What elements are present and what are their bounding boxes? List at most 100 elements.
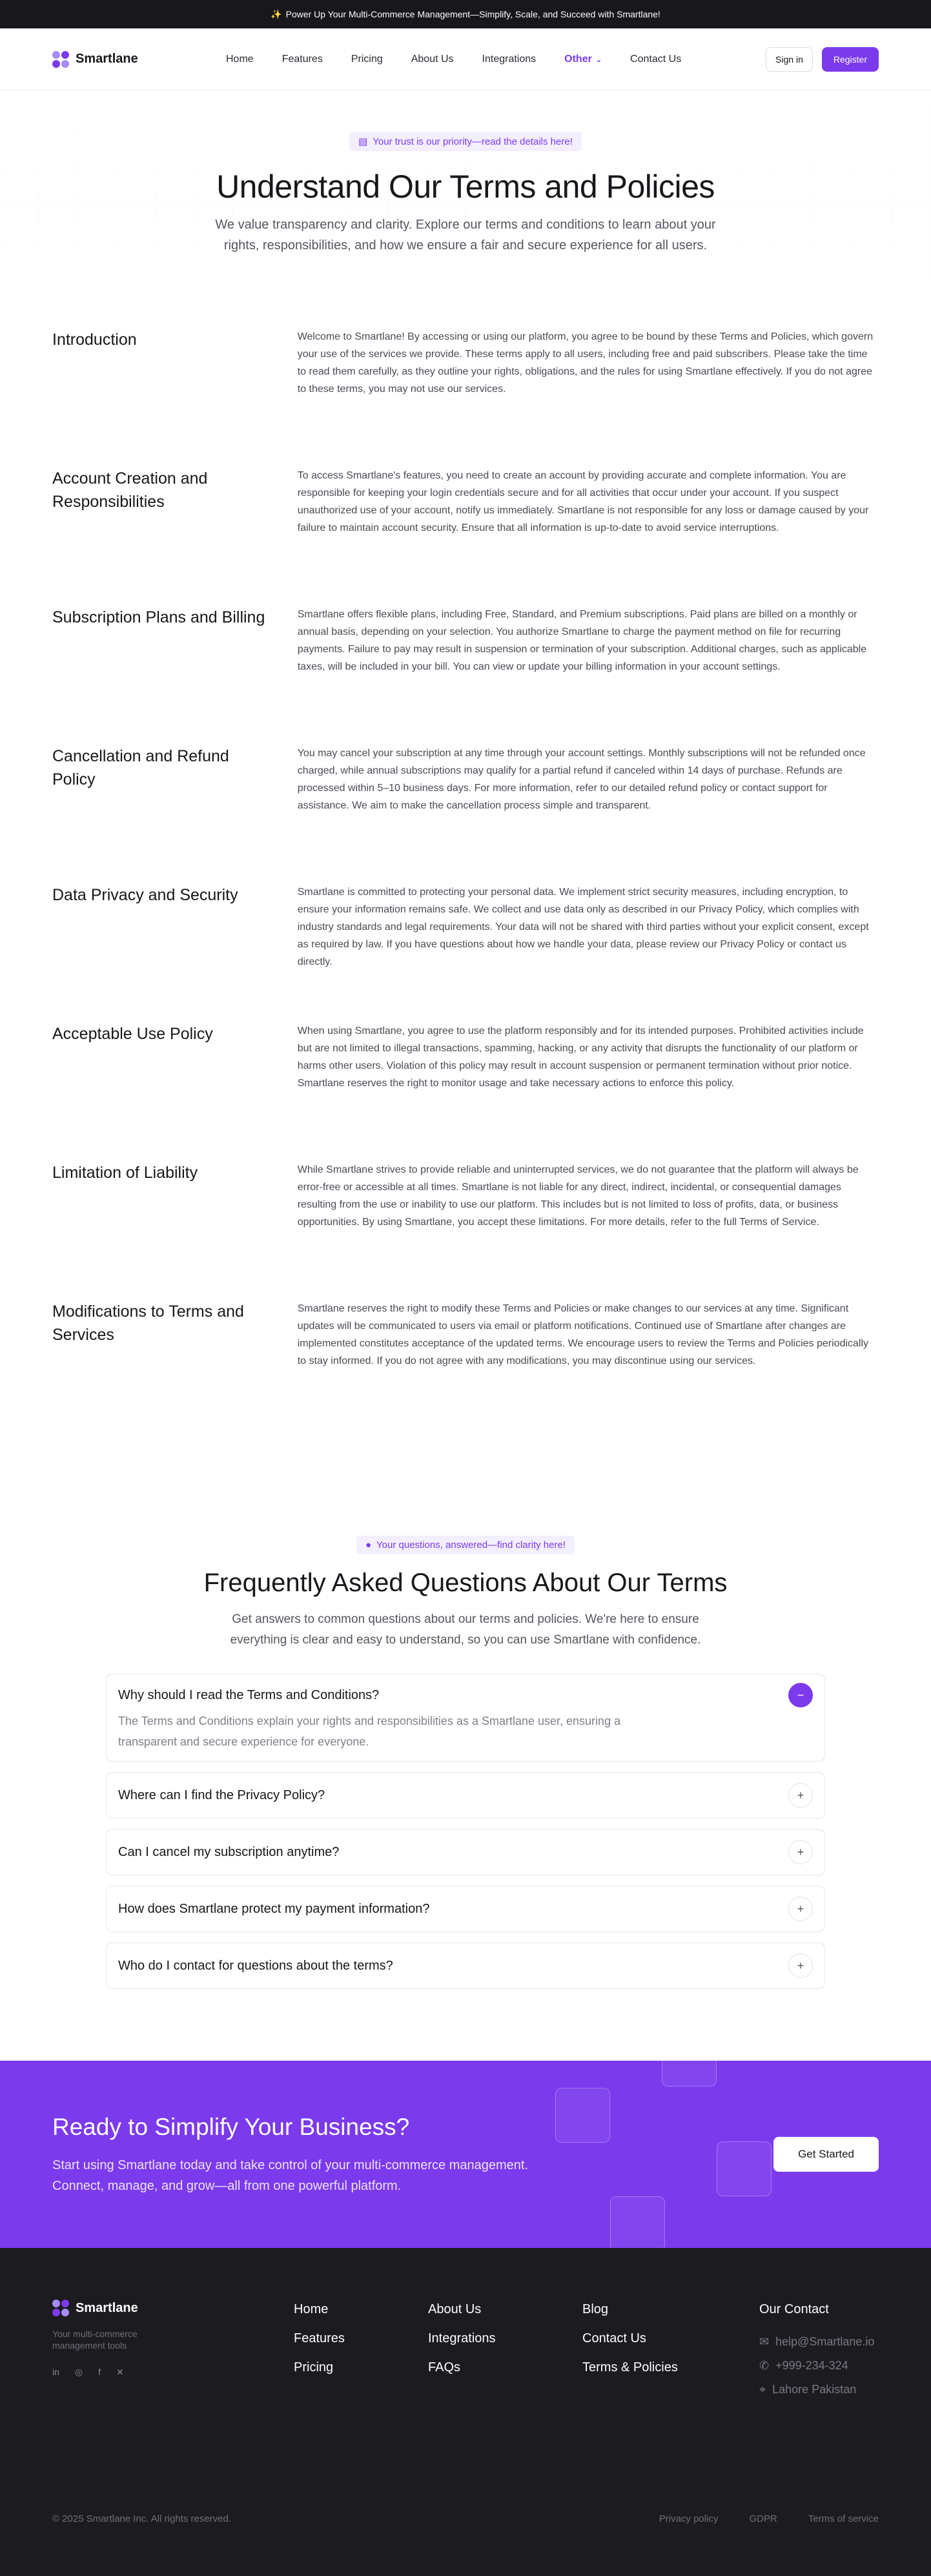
location-icon: ⌖ — [759, 2383, 766, 2396]
minus-icon[interactable]: − — [788, 1683, 813, 1707]
get-started-button[interactable]: Get Started — [773, 2137, 879, 2172]
page-title: Understand Our Terms and Policies — [216, 169, 715, 205]
term-body: Smartlane offers flexible plans, includi… — [297, 609, 867, 672]
brand-name: Smartlane — [76, 52, 138, 66]
term-title: Modifications to Terms and Services — [52, 1303, 244, 1344]
faq-question[interactable]: How does Smartlane protect my payment in… — [118, 1902, 429, 1917]
contact-address: ⌖ Lahore Pakistan — [759, 2383, 874, 2396]
faq-item[interactable]: How does Smartlane protect my payment in… — [106, 1886, 825, 1932]
cta-banner: Ready to Simplify Your Business? Start u… — [0, 2061, 931, 2248]
term-title: Account Creation and Responsibilities — [52, 469, 208, 511]
faq-question[interactable]: Where can I find the Privacy Policy? — [118, 1788, 325, 1803]
instagram-icon[interactable]: ◎ — [75, 2367, 83, 2378]
term-body: Smartlane is committed to protecting you… — [297, 887, 869, 967]
footer-contact: Our Contact ✉ help@Smartlane.io ✆ +999-234… — [759, 2302, 874, 2407]
footer-link-terms[interactable]: Terms & Policies — [582, 2360, 678, 2375]
term-item: Introduction Welcome to Smartlane! By acc… — [52, 328, 879, 467]
nav-link-about[interactable]: About Us — [411, 54, 454, 65]
decorative-square — [610, 2196, 665, 2248]
register-button[interactable]: Register — [821, 46, 879, 72]
footer-brand-name: Smartlane — [76, 2300, 138, 2315]
faq-title: Frequently Asked Questions About Our Ter… — [203, 1569, 728, 1597]
terms-of-service-link[interactable]: Terms of service — [808, 2513, 879, 2524]
logo[interactable]: Smartlane — [52, 50, 138, 68]
plus-icon[interactable]: + — [788, 1953, 813, 1978]
linkedin-icon[interactable]: in — [52, 2367, 59, 2378]
contact-address-text: Lahore Pakistan — [772, 2383, 857, 2396]
faq-item[interactable]: Can I cancel my subscription anytime? + — [106, 1829, 825, 1875]
faq-badge-text: Your questions, answered—find clarity he… — [376, 1540, 566, 1551]
gdpr-link[interactable]: GDPR — [749, 2513, 777, 2524]
plus-icon[interactable]: + — [788, 1897, 813, 1921]
facebook-icon[interactable]: f — [98, 2367, 101, 2378]
nav-link-other[interactable]: Other ⌄ — [564, 54, 602, 65]
announcement-text: Power Up Your Multi-Commerce Management—… — [285, 9, 660, 19]
footer-col-2: About Us Integrations FAQs — [428, 2302, 496, 2375]
faq-question[interactable]: Who do I contact for questions about the… — [118, 1959, 393, 1973]
faq-question[interactable]: Why should I read the Terms and Conditio… — [118, 1688, 379, 1703]
nav-link-features[interactable]: Features — [282, 54, 323, 65]
footer-legal-links: Privacy policy GDPR Terms of service — [659, 2513, 879, 2524]
faq-item[interactable]: Where can I find the Privacy Policy? + — [106, 1772, 825, 1819]
nav-link-contact[interactable]: Contact Us — [630, 54, 681, 65]
mail-icon: ✉ — [759, 2335, 770, 2348]
term-title: Limitation of Liability — [52, 1164, 198, 1182]
footer-link-features[interactable]: Features — [294, 2331, 345, 2346]
announcement-bar: ✨ Power Up Your Multi-Commerce Managemen… — [0, 0, 931, 28]
hero-badge-text: Your trust is our priority—read the deta… — [373, 136, 573, 147]
nav-link-home[interactable]: Home — [226, 54, 254, 65]
phone-icon: ✆ — [759, 2359, 770, 2372]
footer-link-about[interactable]: About Us — [428, 2302, 496, 2317]
nav-link-pricing[interactable]: Pricing — [351, 54, 383, 65]
term-body: To access Smartlane's features, you need… — [297, 470, 869, 533]
contact-phone[interactable]: ✆ +999-234-324 — [759, 2359, 874, 2373]
nav-links: Home Features Pricing About Us Integrati… — [226, 54, 681, 65]
terms-section: Introduction Welcome to Smartlane! By acc… — [0, 310, 931, 1465]
footer-link-integrations[interactable]: Integrations — [428, 2331, 496, 2346]
term-item: Account Creation and Responsibilities To … — [52, 467, 879, 606]
faq-item[interactable]: Why should I read the Terms and Conditio… — [106, 1674, 825, 1762]
faq-badge: ● Your questions, answered—find clarity … — [356, 1536, 575, 1554]
footer: Smartlane Your multi-commerce management… — [0, 2248, 931, 2576]
logo-icon — [52, 2300, 69, 2316]
faq-question[interactable]: Can I cancel my subscription anytime? — [118, 1845, 339, 1860]
contact-email[interactable]: ✉ help@Smartlane.io — [759, 2335, 874, 2349]
footer-col-3: Blog Contact Us Terms & Policies — [582, 2302, 678, 2375]
faq-item[interactable]: Who do I contact for questions about the… — [106, 1942, 825, 1989]
page-subtitle: We value transparency and clarity. Explo… — [215, 218, 716, 252]
footer-link-contact[interactable]: Contact Us — [582, 2331, 678, 2346]
hero-badge: ▤ Your trust is our priority—read the de… — [349, 132, 582, 151]
plus-icon[interactable]: + — [788, 1840, 813, 1864]
footer-link-blog[interactable]: Blog — [582, 2302, 678, 2317]
faq-answer: The Terms and Conditions explain your ri… — [118, 1715, 621, 1748]
term-body: While Smartlane strives to provide relia… — [297, 1164, 859, 1228]
footer-link-home[interactable]: Home — [294, 2302, 345, 2317]
nav-link-integrations[interactable]: Integrations — [482, 54, 537, 65]
cta-title: Ready to Simplify Your Business? — [52, 2114, 410, 2140]
sign-in-button[interactable]: Sign in — [766, 46, 813, 72]
footer-tagline: Your multi-commerce management tools — [52, 2329, 138, 2351]
contact-email-text: help@Smartlane.io — [775, 2335, 875, 2348]
top-nav: Smartlane Home Features Pricing About Us… — [0, 28, 931, 90]
sparkle-icon: ✨ — [271, 8, 282, 19]
hero-section: ▤ Your trust is our priority—read the de… — [0, 90, 931, 310]
term-body: You may cancel your subscription at any … — [297, 748, 866, 811]
faq-list: Why should I read the Terms and Conditio… — [106, 1674, 825, 1989]
term-body: Smartlane reserves the right to modify t… — [297, 1303, 869, 1366]
logo-icon — [52, 50, 69, 68]
privacy-policy-link[interactable]: Privacy policy — [659, 2513, 719, 2524]
term-title: Cancellation and Refund Policy — [52, 747, 229, 788]
term-item: Subscription Plans and Billing Smartlane … — [52, 606, 879, 745]
plus-icon[interactable]: + — [788, 1783, 813, 1808]
cta-text: Start using Smartlane today and take con… — [52, 2158, 529, 2193]
faq-section: ● Your questions, answered—find clarity … — [0, 1465, 931, 2061]
x-icon[interactable]: ✕ — [116, 2367, 124, 2378]
question-icon: ● — [365, 1540, 372, 1551]
nav-actions: Sign in Register — [766, 46, 879, 72]
decorative-square — [555, 2088, 610, 2143]
footer-link-faqs[interactable]: FAQs — [428, 2360, 496, 2375]
footer-link-pricing[interactable]: Pricing — [294, 2360, 345, 2375]
footer-col-1: Home Features Pricing — [294, 2302, 345, 2375]
chevron-down-icon: ⌄ — [595, 56, 602, 64]
term-body: Welcome to Smartlane! By accessing or us… — [297, 331, 874, 395]
